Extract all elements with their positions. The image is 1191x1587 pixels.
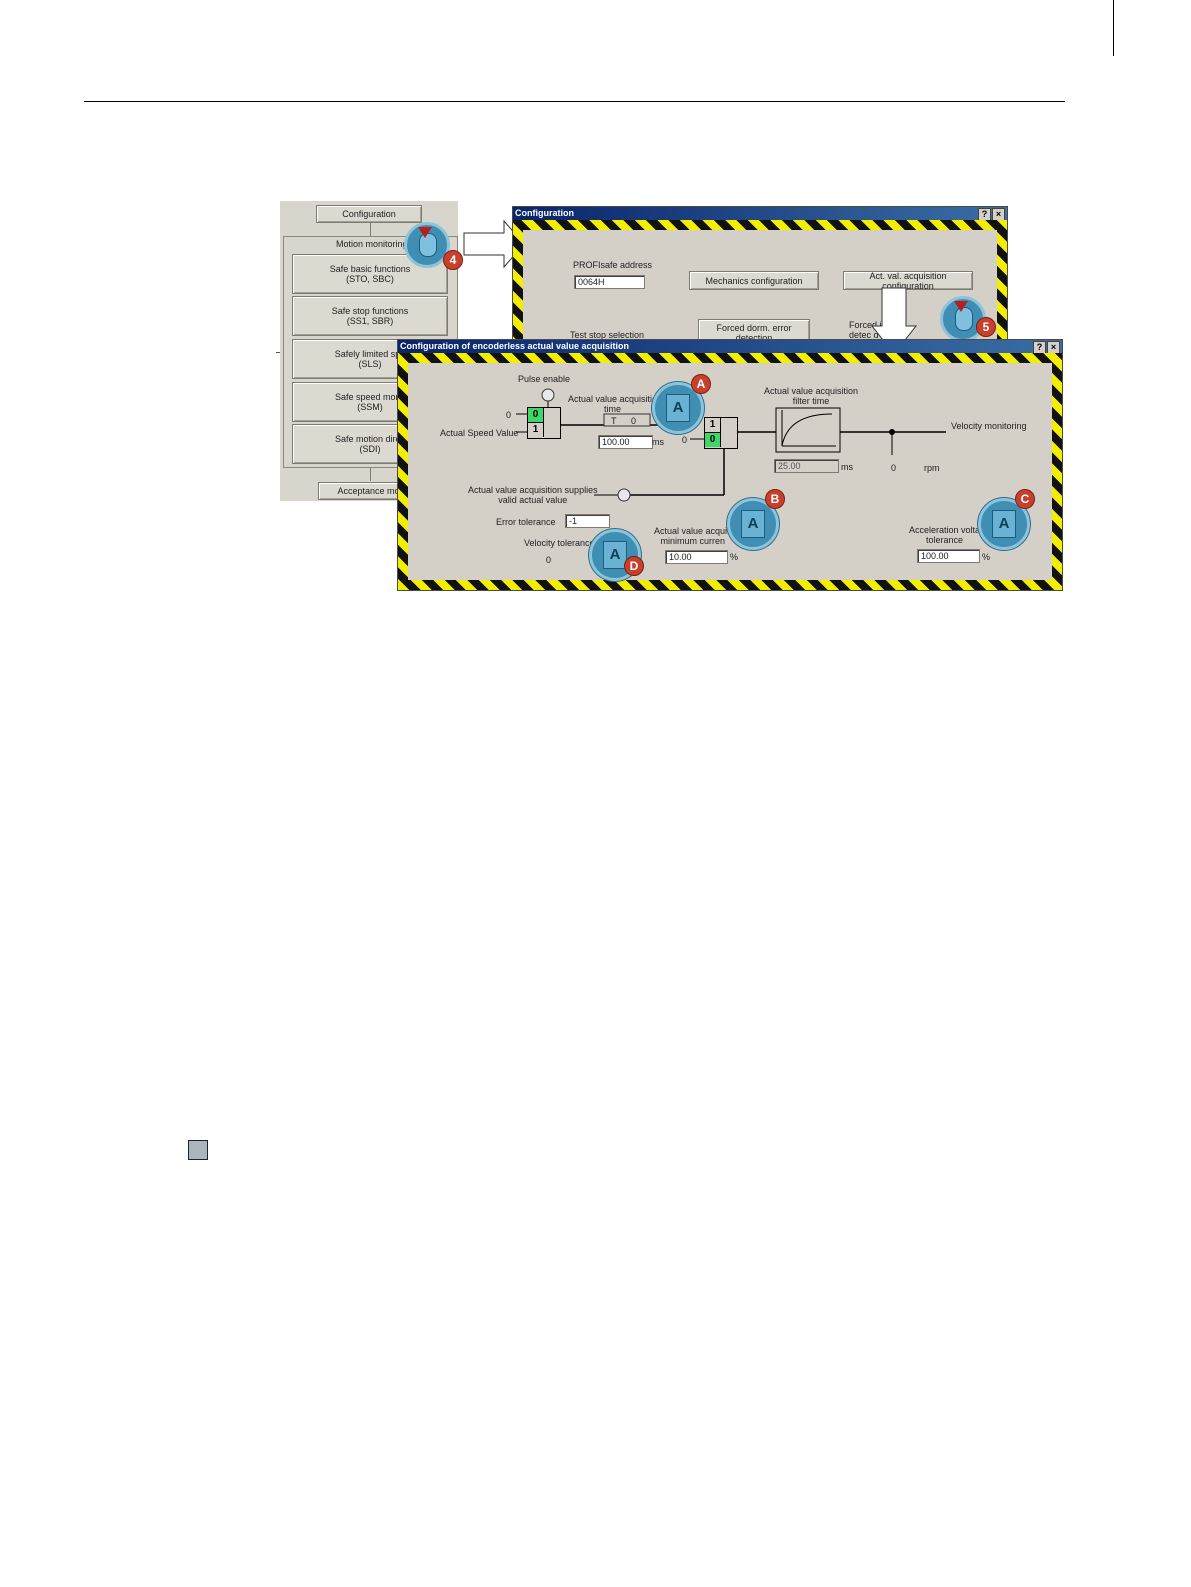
acq-time-unit: ms [652,437,664,447]
accel-voltage-field[interactable]: 100.00 [917,549,980,563]
filter-time-label: Actual value acquisition filter time [764,386,859,406]
switch-input-1: 1 [528,423,544,437]
velocity-tolerance-label: Velocity tolerance [524,538,595,548]
rpm-value: 0 [891,463,897,473]
safe-stop-functions-button[interactable]: Safe stop functions (SS1, SBR) [292,296,448,336]
actual-speed-value-label: Actual Speed Value [440,428,519,438]
tick-mark [276,352,280,353]
note-marker-icon [188,1140,208,1160]
accel-voltage-unit: % [982,552,991,562]
velocity-monitoring-label: Velocity monitoring [951,421,1027,431]
min-current-label: Actual value acquis minimum curren [654,526,732,546]
mechanics-configuration-button[interactable]: Mechanics configuration [689,271,819,290]
page-margin-line [1113,0,1114,56]
profisafe-address-label: PROFIsafe address [573,260,653,270]
connector-line [370,222,371,236]
rpm-unit: rpm [924,463,940,473]
switch-input-1: 1 [705,418,721,433]
timer-t: T [611,416,617,426]
velocity-tolerance-value: 0 [546,555,552,565]
step-4-badge: 4 [443,250,463,270]
acq-time-field[interactable]: 100.00 [598,435,653,449]
configuration-button[interactable]: Configuration [316,205,422,223]
callout-a-badge: A [691,374,711,394]
zero-label: 0 [682,435,688,445]
valid-value-switch: 1 0 [704,417,738,449]
supplies-valid-label: Actual value acquisition supplies valid … [468,485,598,505]
configuration-titlebar: Configuration [513,207,1007,220]
switch-input-0: 0 [528,408,544,423]
filter-time-unit: ms [841,462,853,472]
min-current-field[interactable]: 10.00 [665,550,728,564]
error-tolerance-field[interactable]: -1 [565,514,610,528]
zero-label: 0 [506,410,512,420]
error-tolerance-label: Error tolerance [496,517,556,527]
callout-b-badge: B [765,489,785,509]
min-current-unit: % [730,552,739,562]
acq-time-label: Actual value acquisitio time [568,394,658,414]
motion-monitoring-label: Motion monitoring [334,239,410,249]
pulse-enable-label: Pulse enable [518,374,571,384]
step-5-badge: 5 [976,317,996,337]
filter-time-field: 25.00 [774,459,839,473]
configuration-dialog: Configuration ? × PROFIsafe address 0064… [512,206,1008,370]
pulse-enable-switch: 0 1 [527,407,561,439]
connector-line [370,467,371,481]
callout-c-badge: C [1015,489,1035,509]
encoderless-acquisition-dialog: Configuration of encoderless actual valu… [397,339,1063,591]
switch-input-0: 0 [705,433,721,447]
profisafe-address-field[interactable]: 0064H [574,275,645,289]
timer-0: 0 [631,416,637,426]
header-rule [84,101,1065,102]
accel-voltage-label: Acceleration volta tolerance [909,525,981,545]
callout-d-badge: D [624,556,644,576]
